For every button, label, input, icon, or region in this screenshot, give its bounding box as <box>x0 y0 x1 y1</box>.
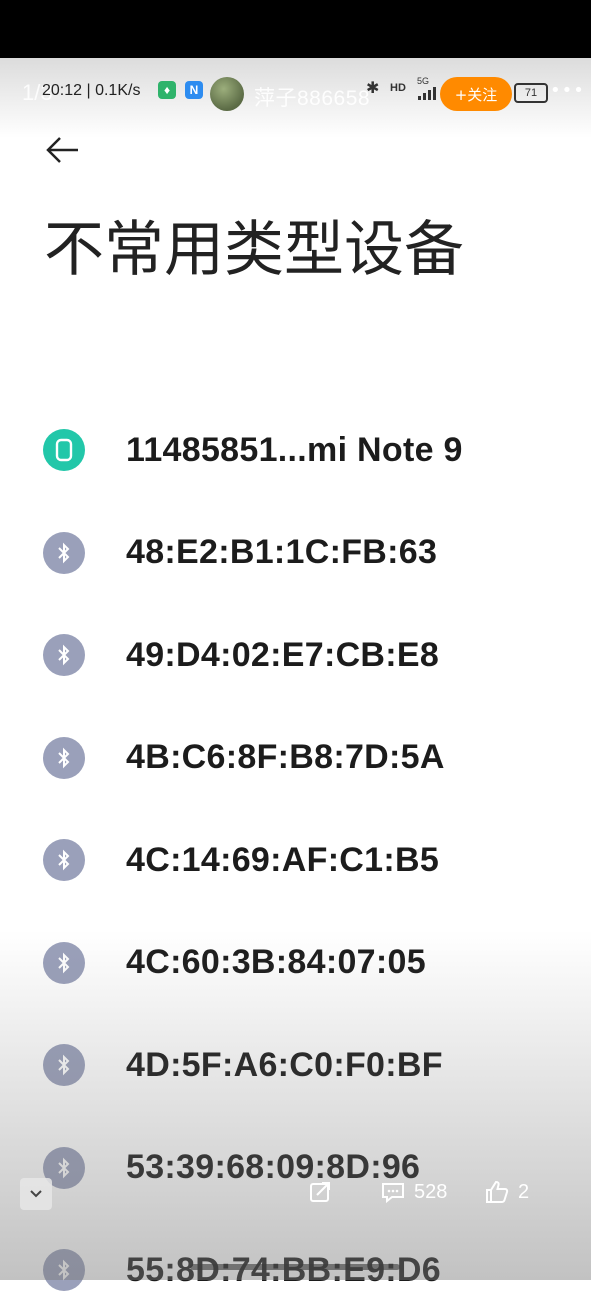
collapse-button[interactable] <box>20 1178 52 1210</box>
share-button[interactable] <box>308 1180 340 1204</box>
device-name: 11485851...mi Note 9 <box>126 430 463 469</box>
more-options-button[interactable]: ••• <box>550 80 585 101</box>
chevron-down-icon <box>30 1190 42 1198</box>
author-username[interactable]: 萍子886658 <box>254 82 370 112</box>
thumbs-up-icon <box>486 1180 509 1203</box>
list-item[interactable]: 11485851...mi Note 9 <box>0 420 591 480</box>
like-button[interactable]: 2 <box>484 1180 529 1204</box>
signal-icon <box>418 87 436 100</box>
hd-indicator: HD <box>390 82 406 94</box>
bluetooth-icon <box>43 736 85 779</box>
page-title: 不常用类型设备 <box>44 215 464 285</box>
device-name: 4B:C6:8F:B8:7D:5A <box>126 738 445 776</box>
battery-indicator: 71 <box>514 83 548 103</box>
bluetooth-icon <box>43 839 85 881</box>
list-item[interactable]: 4D:5F:A6:C0:F0:BF <box>0 1035 591 1095</box>
device-name: 4D:5F:A6:C0:F0:BF <box>126 1045 443 1084</box>
list-item[interactable]: 4C:14:69:AF:C1:B5 <box>0 830 591 890</box>
comment-icon <box>382 1183 404 1204</box>
like-count: 2 <box>518 1180 530 1203</box>
status-time: 20:12 | 0.1K/s <box>42 82 141 99</box>
network-indicator: 5G <box>417 76 430 86</box>
list-item[interactable]: 4C:60:3B:84:07:05 <box>0 933 591 993</box>
back-arrow-icon[interactable] <box>44 132 84 168</box>
list-item[interactable]: 4B:C6:8F:B8:7D:5A <box>0 728 591 788</box>
comment-button[interactable]: 528 <box>380 1180 447 1204</box>
bluetooth-icon <box>43 1249 85 1291</box>
list-item[interactable]: 48:E2:B1:1C:FB:63 <box>0 523 591 583</box>
device-name: 53:39:68:09:8D:96 <box>126 1148 421 1186</box>
comment-count: 528 <box>414 1180 448 1203</box>
share-icon <box>310 1182 330 1202</box>
phone-icon <box>43 429 85 471</box>
device-name: 49:D4:02:E7:CB:E8 <box>126 635 440 674</box>
bluetooth-icon <box>43 941 85 984</box>
home-indicator <box>190 1264 400 1270</box>
list-item[interactable]: 55:8D:74:BB:E9:D6 <box>0 1240 591 1300</box>
bluetooth-icon <box>43 1044 85 1086</box>
list-item[interactable]: 49:D4:02:E7:CB:E8 <box>0 625 591 685</box>
device-name: 4C:14:69:AF:C1:B5 <box>126 840 440 879</box>
author-avatar[interactable] <box>210 77 244 111</box>
device-name: 4C:60:3B:84:07:05 <box>126 943 426 981</box>
shield-icon: ♦ <box>158 81 176 99</box>
top-black-bar <box>0 0 591 58</box>
follow-button[interactable]: +关注 <box>440 77 512 111</box>
device-name: 55:8D:74:BB:E9:D6 <box>126 1251 441 1290</box>
bluetooth-icon <box>43 634 85 676</box>
bluetooth-icon <box>43 531 85 574</box>
device-name: 48:E2:B1:1C:FB:63 <box>126 533 438 571</box>
n-app-icon: N <box>185 81 203 99</box>
